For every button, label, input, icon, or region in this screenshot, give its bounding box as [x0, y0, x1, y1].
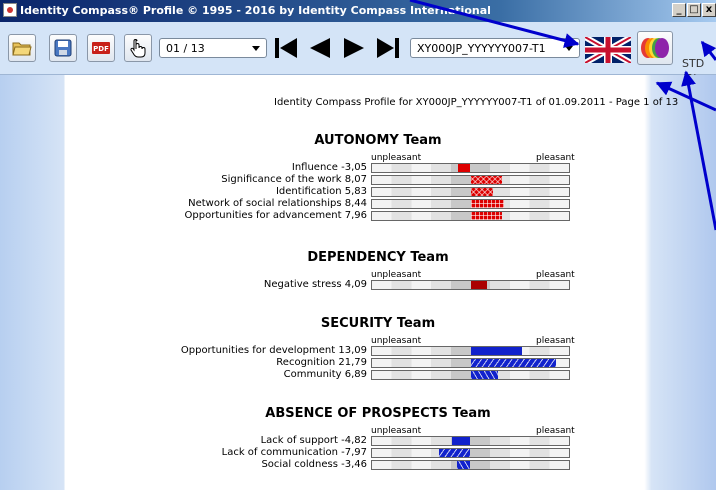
score-fill	[470, 176, 503, 184]
row-label: Identification 5,83	[275, 186, 367, 197]
close-button[interactable]: x	[702, 3, 716, 17]
score-fill	[470, 359, 557, 367]
score-bar	[371, 436, 570, 446]
page-select-value: 01 / 13	[166, 42, 205, 55]
hand-pointer-icon	[130, 39, 146, 58]
maximize-button[interactable]: □	[687, 3, 701, 17]
window-controls: _ □ x	[672, 3, 716, 17]
row-label: Network of social relationships 8,44	[188, 198, 367, 209]
score-fill	[470, 188, 494, 196]
scale-label-unpleasant: unpleasant	[371, 270, 422, 280]
last-page-button[interactable]	[374, 34, 402, 62]
save-disk-icon	[54, 39, 72, 57]
previous-page-icon	[310, 38, 330, 58]
profile-select-value: XY000JP_YYYYYY007-T1	[417, 42, 546, 55]
score-fill	[470, 371, 498, 379]
score-bar	[371, 175, 570, 185]
score-bar	[371, 358, 570, 368]
row-label: Opportunities for advancement 7,96	[184, 210, 367, 221]
page-select[interactable]: 01 / 13	[159, 38, 267, 58]
color-profiles-icon	[641, 38, 669, 58]
chevron-down-icon	[252, 46, 260, 51]
pdf-icon: PDF	[92, 42, 110, 54]
section-title: AUTONOMY Team	[314, 133, 442, 148]
scale-label-unpleasant: unpleasant	[371, 153, 422, 163]
score-fill	[458, 164, 471, 172]
score-bar	[371, 448, 570, 458]
score-fill	[451, 437, 471, 445]
score-bar	[371, 163, 570, 173]
score-fill	[456, 461, 471, 469]
score-fill	[470, 212, 502, 220]
section-title: SECURITY Team	[320, 316, 436, 331]
score-bar	[371, 199, 570, 209]
profile-header: Identity Compass Profile for XY000JP_YYY…	[274, 97, 679, 108]
uk-flag-icon	[585, 37, 631, 63]
last-page-icon	[377, 38, 399, 58]
section-title: DEPENDENCY Team	[307, 250, 449, 265]
save-button[interactable]	[49, 34, 77, 62]
row-label: Social coldness -3,46	[261, 459, 367, 470]
row-label: Significance of the work 8,07	[221, 174, 367, 185]
row-label: Lack of support -4,82	[260, 435, 367, 446]
previous-page-button[interactable]	[306, 34, 334, 62]
scale-label-unpleasant: unpleasant	[371, 336, 422, 346]
profile-select[interactable]: XY000JP_YYYYYY007-T1	[410, 38, 580, 58]
row-label: Opportunities for development 13,09	[180, 345, 367, 356]
score-fill	[470, 347, 523, 355]
language-button[interactable]	[585, 37, 631, 63]
app-icon	[3, 3, 17, 17]
row-label: Lack of communication -7,97	[221, 447, 367, 458]
first-page-icon	[275, 38, 297, 58]
row-label: Negative stress 4,09	[263, 279, 367, 290]
minimize-button[interactable]: _	[672, 3, 686, 17]
title-bar: Identity Compass® Profile © 1995 - 2016 …	[0, 0, 716, 22]
next-page-icon	[344, 38, 364, 58]
score-bar	[371, 211, 570, 221]
first-page-button[interactable]	[272, 34, 300, 62]
next-page-button[interactable]	[340, 34, 368, 62]
scale-label-unpleasant: unpleasant	[371, 426, 422, 436]
scale-label-pleasant: pleasant	[536, 336, 575, 346]
score-bar	[371, 280, 570, 290]
pdf-button[interactable]: PDF	[87, 34, 115, 62]
pdf-icon-label: PDF	[93, 45, 109, 53]
open-folder-icon	[12, 42, 32, 56]
toolbar: PDF 01 / 13 XY000JP_YYYYYY007-T1 STD	[0, 22, 716, 85]
score-fill	[439, 449, 471, 457]
open-button[interactable]	[8, 34, 36, 62]
window-title: Identity Compass® Profile © 1995 - 2016 …	[20, 4, 491, 17]
row-label: Recognition 21,79	[276, 357, 367, 368]
profiles-button[interactable]	[637, 31, 673, 65]
scale-label-pleasant: pleasant	[536, 426, 575, 436]
chevron-down-icon	[565, 46, 573, 51]
row-label: Community 6,89	[283, 369, 367, 380]
score-fill	[470, 200, 504, 208]
row-label: Influence -3,05	[291, 162, 367, 173]
score-bar	[371, 346, 570, 356]
score-bar	[371, 187, 570, 197]
std-label: STD	[682, 57, 705, 70]
score-bar	[371, 370, 570, 380]
section-title: ABSENCE OF PROSPECTS Team	[265, 406, 491, 421]
scale-label-pleasant: pleasant	[536, 153, 575, 163]
scale-label-pleasant: pleasant	[536, 270, 575, 280]
score-fill	[470, 281, 487, 289]
hand-tool-button[interactable]	[124, 34, 152, 62]
score-bar	[371, 460, 570, 470]
